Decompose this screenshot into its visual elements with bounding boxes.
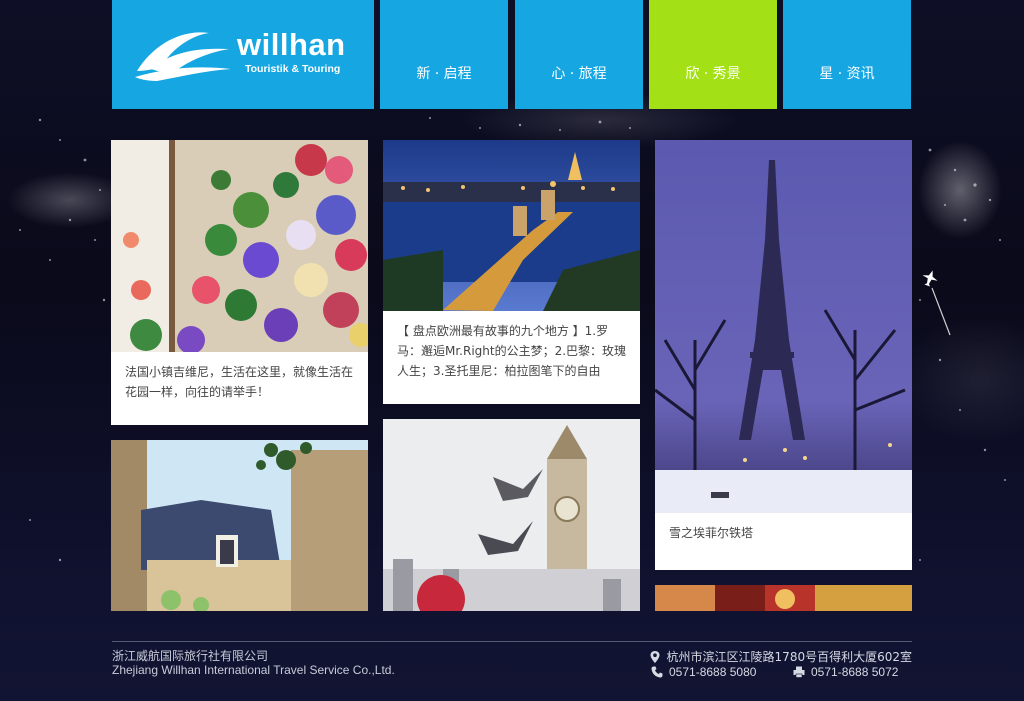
- wave-logo-icon: [135, 31, 231, 81]
- nav-item-label: 心 · 旅程: [551, 66, 607, 82]
- nav-item-scenery[interactable]: 欣 · 秀景: [649, 0, 777, 109]
- card-eiffel-snow[interactable]: 雪之埃菲尔铁塔: [655, 140, 912, 570]
- nav-item-label: 新 · 启程: [416, 66, 472, 82]
- logo-link[interactable]: willhan Touristik & Touring: [112, 0, 374, 109]
- chain-bridge-night-photo: [383, 140, 640, 311]
- market-lights-photo: [655, 585, 912, 611]
- company-name-cn: 浙江威航国际旅行社有限公司: [112, 649, 269, 663]
- card-market[interactable]: [655, 585, 912, 611]
- fax-icon: [793, 666, 805, 678]
- card-stone-house[interactable]: [111, 440, 368, 611]
- phone-number: 0571-8688 5080: [669, 665, 757, 679]
- big-ben-seagulls-photo: [383, 419, 640, 611]
- flower-wall-photo: [111, 140, 368, 352]
- footer-phone[interactable]: 0571-8688 5080: [651, 665, 756, 679]
- nav-item-label: 星 · 资讯: [819, 66, 875, 82]
- card-caption: 法国小镇吉维尼，生活在这里，就像生活在花园一样，向往的请举手！: [125, 365, 354, 399]
- brand-name: willhan: [237, 26, 346, 62]
- card-europe-stories[interactable]: 【 盘点欧洲最有故事的九个地方 】1.罗马：邂逅Mr.Right的公主梦；2.巴…: [383, 140, 640, 404]
- phone-icon: [651, 666, 663, 678]
- eiffel-tower-snow-photo: [655, 140, 912, 513]
- footer-address: 杭州市滨江区江陵路1780号百得利大厦602室: [649, 648, 912, 665]
- nav-item-label: 欣 · 秀景: [685, 66, 741, 82]
- footer-divider: [112, 641, 912, 642]
- nav-item-depart[interactable]: 新 · 启程: [380, 0, 508, 109]
- nav-item-journey[interactable]: 心 · 旅程: [515, 0, 643, 109]
- stone-house-photo: [111, 440, 368, 611]
- address-text: 杭州市滨江区江陵路1780号百得利大厦602室: [666, 650, 912, 664]
- company-name-en: Zhejiang Willhan International Travel Se…: [112, 663, 395, 677]
- airplane-icon: [922, 270, 938, 287]
- brand-tagline: Touristik & Touring: [245, 62, 341, 75]
- card-caption: 雪之埃菲尔铁塔: [669, 526, 754, 540]
- nav-item-news[interactable]: 星 · 资讯: [783, 0, 911, 109]
- fax-number: 0571-8688 5072: [811, 665, 899, 679]
- card-caption: 【 盘点欧洲最有故事的九个地方 】1.罗马：邂逅Mr.Right的公主梦；2.巴…: [397, 324, 627, 378]
- card-giverny[interactable]: 法国小镇吉维尼，生活在这里，就像生活在花园一样，向往的请举手！: [111, 140, 368, 425]
- footer-fax: 0571-8688 5072: [793, 665, 898, 679]
- location-pin-icon: [650, 650, 660, 663]
- card-london[interactable]: [383, 419, 640, 611]
